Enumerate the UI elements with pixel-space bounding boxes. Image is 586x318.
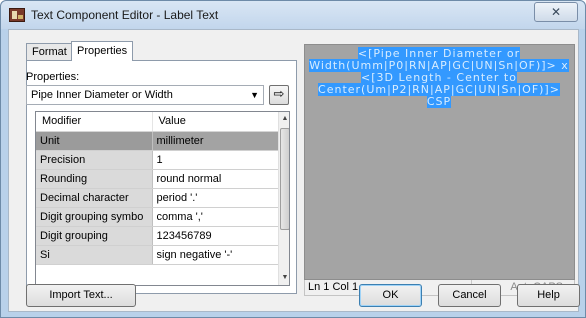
scroll-up-icon[interactable]: ▲ [279,112,289,126]
scroll-down-icon[interactable]: ▼ [279,271,289,285]
modifier-cell[interactable]: Precision [36,150,153,170]
scrollbar-thumb[interactable] [280,128,289,230]
close-button[interactable]: ✕ [534,2,578,22]
value-cell[interactable]: round normal [152,169,278,189]
dialog-body: Format Properties Properties: Pipe Inner… [8,29,580,312]
column-header-modifier[interactable]: Modifier [36,112,153,132]
value-cell[interactable]: 123456789 [152,226,278,246]
column-header-value[interactable]: Value [152,112,279,132]
tab-properties[interactable]: Properties [71,41,134,61]
ok-button[interactable]: OK [359,284,422,307]
modifier-cell[interactable]: Unit [36,131,153,151]
editor-content[interactable]: <[Pipe Inner Diameter or Width(Umm|P0|RN… [308,47,570,108]
value-cell[interactable]: sign negative '-' [152,245,278,265]
modifier-cell[interactable]: Digit grouping [36,226,153,246]
help-button[interactable]: Help [517,284,580,307]
modifier-grid: Modifier Value Unit millimeter Precision… [35,111,290,286]
table-row[interactable]: Unit millimeter [36,131,278,151]
modifier-cell[interactable]: Si [36,245,153,265]
modifier-cell[interactable]: Digit grouping symbo [36,207,153,227]
table-header-row: Modifier Value [36,112,279,132]
table-row[interactable]: Si sign negative '-' [36,245,278,265]
insert-arrow-icon: ⇨ [273,86,285,101]
cursor-position: Ln 1 Col 1 [308,281,359,293]
modifier-cell[interactable]: Rounding [36,169,153,189]
import-text-button[interactable]: Import Text... [26,284,136,307]
table-row[interactable]: Digit grouping 123456789 [36,226,278,246]
close-icon: ✕ [550,5,562,19]
selected-text[interactable]: <[Pipe Inner Diameter or Width(Umm|P0|RN… [309,47,569,108]
table-row[interactable]: Decimal character period '.' [36,188,278,208]
value-cell[interactable]: 1 [152,150,278,170]
value-cell[interactable]: comma ',' [152,207,278,227]
text-editor[interactable]: <[Pipe Inner Diameter or Width(Umm|P0|RN… [304,44,575,280]
label-text-icon [9,8,25,22]
window-title: Text Component Editor - Label Text [31,8,219,22]
table-row[interactable]: Rounding round normal [36,169,278,189]
property-select[interactable]: Pipe Inner Diameter or Width ▼ [26,85,264,105]
title-bar[interactable]: Text Component Editor - Label Text ✕ [1,1,585,29]
insert-property-button[interactable]: ⇨ [269,85,289,105]
text-component-editor-window: Text Component Editor - Label Text ✕ For… [0,0,586,318]
tab-format[interactable]: Format [26,43,73,61]
table-row[interactable]: Digit grouping symbo comma ',' [36,207,278,227]
chevron-down-icon: ▼ [250,90,259,100]
property-select-value: Pipe Inner Diameter or Width [31,89,173,101]
properties-label: Properties: [26,71,80,83]
value-cell[interactable]: millimeter [152,131,278,151]
grid-scrollbar[interactable]: ▲ ▼ [278,112,289,285]
modifier-table: Modifier Value Unit millimeter Precision… [36,112,279,265]
table-row[interactable]: Precision 1 [36,150,278,170]
modifier-cell[interactable]: Decimal character [36,188,153,208]
value-cell[interactable]: period '.' [152,188,278,208]
cancel-button[interactable]: Cancel [438,284,501,307]
